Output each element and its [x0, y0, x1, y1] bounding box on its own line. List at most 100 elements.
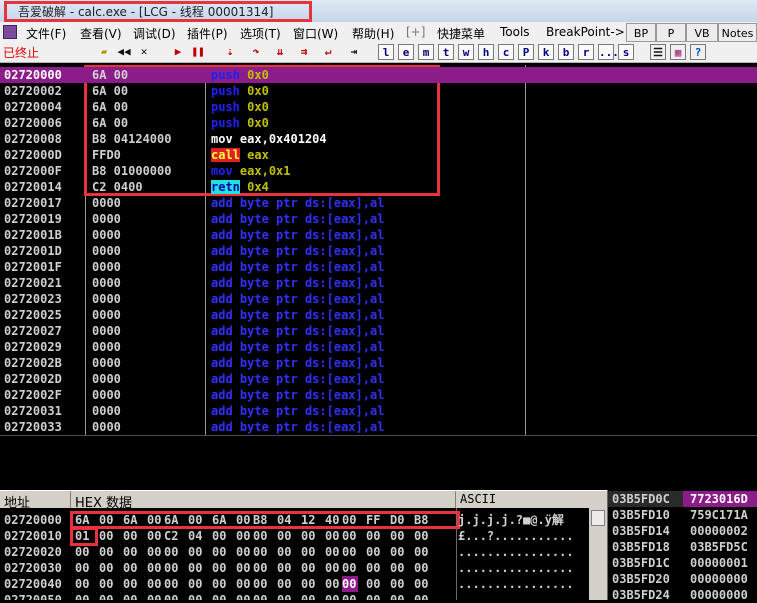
menu-tools[interactable]: Tools [500, 25, 530, 39]
execute-till-return-icon[interactable]: ↵ [320, 44, 336, 60]
disasm-row[interactable]: 0272002F 0000 add byte ptr ds:[eax],al [0, 387, 757, 403]
open-icon[interactable]: ▰ [96, 44, 112, 60]
toolbar-threads-button[interactable]: t [438, 44, 454, 60]
disasm-row[interactable]: 0272002D 0000 add byte ptr ds:[eax],al [0, 371, 757, 387]
disasm-row[interactable]: 0272000F B8 01000000 mov eax,0x1 [0, 163, 757, 179]
stack-row[interactable]: 03B5FD18 03B5FD5C [607, 539, 757, 555]
toolbar-run-trace-button[interactable]: ... [598, 44, 619, 60]
goto-icon[interactable]: ⇥ [346, 44, 362, 60]
disasm-hex: 0000 [92, 340, 121, 354]
step-into-icon[interactable]: ⇣ [222, 44, 238, 60]
disasm-row[interactable]: 0272001B 0000 add byte ptr ds:[eax],al [0, 227, 757, 243]
disasm-row[interactable]: 02720023 0000 add byte ptr ds:[eax],al [0, 291, 757, 307]
rewind-icon[interactable]: ◀◀ [116, 44, 132, 60]
tab-p[interactable]: P [656, 23, 686, 42]
toolbar-source-button[interactable]: s [618, 44, 634, 60]
disasm-operand: 0x0 [247, 84, 269, 98]
menu-shortcuts[interactable]: 快捷菜单 [437, 25, 485, 42]
menu-window[interactable]: 窗口(W) [293, 25, 338, 42]
menu-breakpoint[interactable]: BreakPoint-> [546, 25, 625, 39]
dump-header-ascii[interactable]: ASCII [460, 492, 496, 506]
menu-view[interactable]: 查看(V) [80, 25, 122, 42]
disasm-operand: eax [247, 148, 269, 162]
stack-pane[interactable]: 03B5FD0C 7723016D 03B5FD10 759C171A 03B5FD14… [607, 490, 757, 603]
dump-byte: 00 [253, 529, 268, 543]
toolbar-breakpoints-button[interactable]: b [558, 44, 574, 60]
toolbar-handles-button[interactable]: h [478, 44, 494, 60]
settings-icon[interactable]: ☰ [650, 44, 666, 60]
stack-row[interactable]: 03B5FD24 00000000 [607, 587, 757, 603]
stack-row[interactable]: 03B5FD1C 00000001 [607, 555, 757, 571]
disasm-row[interactable]: 0272001D 0000 add byte ptr ds:[eax],al [0, 243, 757, 259]
disasm-row[interactable]: 02720019 0000 add byte ptr ds:[eax],al [0, 211, 757, 227]
trace-over-icon[interactable]: ⇉ [296, 44, 312, 60]
stack-row[interactable]: 03B5FD14 00000002 [607, 523, 757, 539]
tab-notes[interactable]: Notes [718, 23, 757, 42]
menu-plugins[interactable]: 插件(P) [187, 25, 228, 42]
disasm-row[interactable]: 02720006 6A 00 push 0x0 [0, 115, 757, 131]
stack-row[interactable]: 03B5FD10 759C171A [607, 507, 757, 523]
menu-help[interactable]: 帮助(H) [352, 25, 394, 42]
disasm-row[interactable]: 0272000D FFD0 call eax [0, 147, 757, 163]
disasm-row[interactable]: 02720029 0000 add byte ptr ds:[eax],al [0, 339, 757, 355]
toolbar-modules-button[interactable]: e [398, 44, 414, 60]
disasm-row[interactable]: 02720002 6A 00 push 0x0 [0, 83, 757, 99]
stack-row[interactable]: 03B5FD20 00000000 [607, 571, 757, 587]
dump-byte: 00 [253, 561, 268, 575]
menu-debug[interactable]: 调试(D) [133, 25, 176, 42]
disasm-hex: 0000 [92, 308, 121, 322]
menu-file[interactable]: 文件(F) [26, 25, 66, 42]
dump-byte: 00 [325, 529, 340, 543]
disasm-row[interactable]: 02720017 0000 add byte ptr ds:[eax],al [0, 195, 757, 211]
disasm-row[interactable]: 02720025 0000 add byte ptr ds:[eax],al [0, 307, 757, 323]
disasm-row[interactable]: 02720008 B8 04124000 mov eax,0x401204 [0, 131, 757, 147]
toolbar-windows-button[interactable]: w [458, 44, 474, 60]
toolbar-cpu-button[interactable]: c [498, 44, 514, 60]
step-over-icon[interactable]: ↷ [248, 44, 264, 60]
dump-byte: 00 [414, 577, 429, 591]
dump-scrollbar[interactable] [589, 508, 607, 600]
menu-options[interactable]: 选项(T) [240, 25, 281, 42]
toolbar-callstack-button[interactable]: k [538, 44, 554, 60]
stack-address: 03B5FD0C [612, 492, 670, 506]
tab-vb[interactable]: VB [686, 23, 718, 42]
toolbar-references-button[interactable]: r [578, 44, 594, 60]
disasm-row[interactable]: 02720014 C2 0400 retn 0x4 [0, 179, 757, 195]
dump-byte: 00 [99, 513, 114, 527]
dump-byte: 00 [301, 545, 316, 559]
disasm-instruction: add byte ptr ds:[eax],al [211, 403, 384, 419]
help-icon[interactable]: ? [690, 44, 706, 60]
title-annotation-box [4, 1, 312, 22]
close-icon[interactable]: ✕ [136, 44, 152, 60]
trace-into-icon[interactable]: ⇊ [272, 44, 288, 60]
disasm-operand: byte ptr ds:[eax],al [239, 404, 385, 418]
pause-icon[interactable]: ❚❚ [190, 44, 206, 60]
tab-bp[interactable]: BP [626, 23, 656, 42]
dump-byte: 00 [212, 577, 227, 591]
disasm-row[interactable]: 02720004 6A 00 push 0x0 [0, 99, 757, 115]
app-icon[interactable] [3, 25, 17, 39]
dump-pane[interactable]: 02720000 6A 00 6A 00 6A 00 6A 00 B8 04 12 40 00 FF D0 B8… [0, 508, 607, 600]
menu-plus[interactable]: [+] [406, 25, 425, 39]
disasm-row[interactable]: 02720033 0000 add byte ptr ds:[eax],al [0, 419, 757, 435]
toolbar-memory-button[interactable]: m [418, 44, 434, 60]
toolbar-log-button[interactable]: l [378, 44, 394, 60]
dump-byte: 00 [366, 561, 381, 575]
dump-byte: 12 [301, 513, 316, 527]
toolbar-patches-button[interactable]: P [518, 44, 534, 60]
disasm-row[interactable]: 0272001F 0000 add byte ptr ds:[eax],al [0, 259, 757, 275]
disasm-row[interactable]: 0272002B 0000 add byte ptr ds:[eax],al [0, 355, 757, 371]
plugin-icon[interactable]: ▦ [670, 44, 686, 60]
dump-byte: 00 [390, 577, 405, 591]
disassembly-pane[interactable]: 02720000 6A 00 push 0x0 02720002 6A 00 push 0… [0, 65, 757, 435]
stack-row[interactable]: 03B5FD0C 7723016D [607, 491, 757, 507]
run-icon[interactable]: ▶ [170, 44, 186, 60]
dump-byte: 00 [164, 545, 179, 559]
scrollbar-thumb[interactable] [591, 510, 605, 526]
disasm-row[interactable]: 02720027 0000 add byte ptr ds:[eax],al [0, 323, 757, 339]
disasm-row[interactable]: 02720031 0000 add byte ptr ds:[eax],al [0, 403, 757, 419]
disasm-row[interactable]: 02720000 6A 00 push 0x0 [0, 67, 757, 83]
disasm-row[interactable]: 02720021 0000 add byte ptr ds:[eax],al [0, 275, 757, 291]
dump-byte: 00 [123, 529, 138, 543]
dump-address: 02720030 [4, 561, 62, 575]
